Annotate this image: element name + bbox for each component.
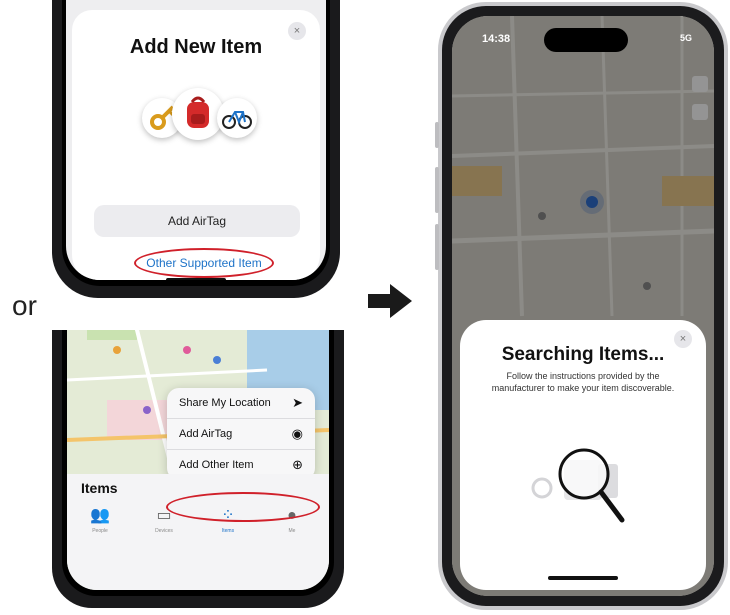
phone-add-item: × Add New Item Add AirTag Other Supporte… xyxy=(48,0,344,302)
status-time: 14:38 xyxy=(482,33,511,45)
highlight-oval xyxy=(166,492,320,522)
home-indicator xyxy=(166,278,226,280)
sheet-title: Add New Item xyxy=(129,36,263,58)
phone-bezel: × Add New Item Add AirTag Other Supporte… xyxy=(62,0,330,286)
bicycle-icon xyxy=(217,98,257,138)
tab-people[interactable]: 👥 People xyxy=(75,506,125,534)
magnifier-search-icon xyxy=(531,448,625,523)
items-header: Items xyxy=(81,480,118,496)
target-icon: ◉ xyxy=(291,426,303,441)
menu-item-share-location[interactable]: Share My Location ➤ xyxy=(167,388,315,418)
phone-bezel: Share My Location ➤ Add AirTag ◉ Add Oth… xyxy=(62,330,334,596)
status-network: 5G xyxy=(679,33,692,43)
volume-down-button xyxy=(435,224,439,270)
phone-screen: × Add New Item Add AirTag Other Supporte… xyxy=(66,0,326,280)
add-item-sheet: × Add New Item Add AirTag Other Supporte… xyxy=(72,10,320,280)
phone-findmy-menu: Share My Location ➤ Add AirTag ◉ Add Oth… xyxy=(44,330,352,610)
people-icon: 👥 xyxy=(90,507,110,524)
location-arrow-icon: ➤ xyxy=(292,395,303,410)
right-arrow-icon xyxy=(368,283,412,319)
map-screen: 14:38 5G × Searching Items... Follow the… xyxy=(452,16,714,596)
menu-item-add-airtag[interactable]: Add AirTag ◉ xyxy=(167,419,315,449)
side-button xyxy=(435,122,439,148)
phone-searching: 14:38 5G × Searching Items... Follow the… xyxy=(435,2,728,612)
home-indicator xyxy=(548,576,618,580)
volume-up-button xyxy=(435,167,439,213)
sheet-title: Searching Items... xyxy=(501,344,665,365)
add-item-menu: Share My Location ➤ Add AirTag ◉ Add Oth… xyxy=(167,388,315,480)
plus-circle-icon: ⊕ xyxy=(292,457,303,472)
sheet-subtitle: Follow the instructions provided by the … xyxy=(491,371,675,393)
add-airtag-button[interactable]: Add AirTag xyxy=(94,205,300,237)
dynamic-island xyxy=(544,28,628,52)
phone-frame: × Add New Item Add AirTag Other Supporte… xyxy=(52,0,340,298)
map-screen: Share My Location ➤ Add AirTag ◉ Add Oth… xyxy=(67,330,329,590)
or-label: or xyxy=(12,290,37,321)
items-panel: Items 👥 People ▭ Devices ⁘ Items ● Me xyxy=(67,474,329,590)
other-supported-item-link[interactable]: Other Supported Item xyxy=(134,248,274,278)
searching-sheet: × Searching Items... Follow the instruct… xyxy=(460,320,706,590)
phone-frame: Share My Location ➤ Add AirTag ◉ Add Oth… xyxy=(52,330,344,608)
